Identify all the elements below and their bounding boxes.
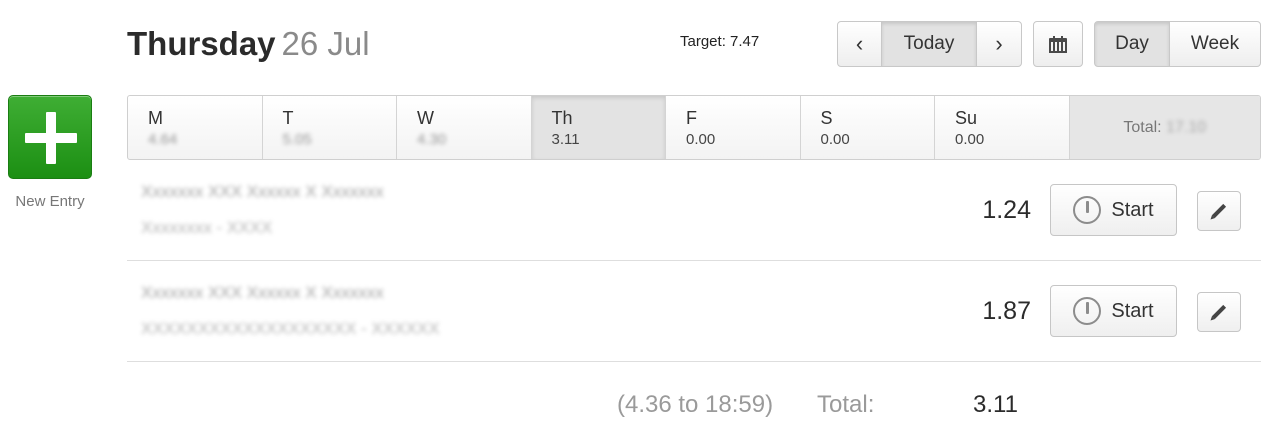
week-total: Total: 17.10 bbox=[1069, 96, 1260, 159]
week-total-label: Total: bbox=[1123, 118, 1162, 136]
week-day-name: S bbox=[820, 108, 833, 128]
target-hours: Target: 7.47 bbox=[680, 33, 760, 50]
week-day-hours: 0.00 bbox=[686, 131, 716, 148]
week-day-name: Th bbox=[551, 108, 573, 128]
entry-hours: 1.87 bbox=[982, 297, 1031, 325]
week-day-name: F bbox=[686, 108, 697, 128]
timer-icon bbox=[1073, 297, 1102, 325]
week-day-hours: 0.00 bbox=[820, 131, 850, 148]
start-timer-button[interactable]: Start bbox=[1050, 184, 1177, 236]
pencil-icon bbox=[1211, 203, 1227, 219]
week-day-monday[interactable]: M 4.64 bbox=[128, 96, 263, 159]
day-view-button[interactable]: Day bbox=[1094, 21, 1170, 67]
week-day-wednesday[interactable]: W 4.30 bbox=[397, 96, 532, 159]
entry-project: Xxxxxxx XXX Xxxxxx X Xxxxxxx bbox=[141, 182, 384, 201]
week-day-name: T bbox=[282, 108, 294, 128]
week-day-thursday[interactable]: Th 3.11 bbox=[531, 96, 666, 159]
week-day-hours: 4.30 bbox=[417, 131, 447, 148]
calendar-icon bbox=[1049, 35, 1067, 53]
start-button-label: Start bbox=[1111, 198, 1154, 221]
week-day-name: W bbox=[417, 108, 434, 128]
start-button-label: Start bbox=[1111, 299, 1154, 322]
week-day-name: M bbox=[148, 108, 163, 128]
week-total-value: 17.10 bbox=[1166, 118, 1207, 136]
today-button[interactable]: Today bbox=[881, 21, 977, 67]
page-title: Thursday 26 Jul bbox=[127, 24, 370, 64]
week-view-button[interactable]: Week bbox=[1169, 21, 1261, 67]
week-day-tuesday[interactable]: T 5.05 bbox=[263, 96, 397, 159]
day-time-range: (4.36 to 18:59) bbox=[617, 391, 774, 418]
entry-task: XXXXXXXXXXXXXXXXXXX - XXXXXX bbox=[141, 319, 440, 338]
time-entry-row: Xxxxxxx XXX Xxxxxx X Xxxxxxx Xxxxxxxx - … bbox=[127, 160, 1261, 261]
start-timer-button[interactable]: Start bbox=[1050, 285, 1177, 337]
page-title-date: 26 Jul bbox=[281, 25, 370, 62]
week-day-hours: 0.00 bbox=[955, 131, 985, 148]
day-total-label: Total: bbox=[817, 391, 875, 418]
week-day-friday[interactable]: F 0.00 bbox=[666, 96, 801, 159]
entry-hours: 1.24 bbox=[982, 196, 1031, 224]
timer-icon bbox=[1073, 196, 1102, 224]
next-day-button[interactable]: › bbox=[976, 21, 1022, 67]
week-day-hours: 5.05 bbox=[282, 131, 312, 148]
previous-day-button[interactable]: ‹ bbox=[837, 21, 882, 67]
chevron-right-icon: › bbox=[995, 31, 1003, 56]
plus-icon bbox=[25, 112, 77, 164]
page-title-weekday: Thursday bbox=[127, 25, 276, 62]
week-day-name: Su bbox=[955, 108, 978, 128]
calendar-button[interactable] bbox=[1033, 21, 1083, 67]
day-total-value: 3.11 bbox=[973, 391, 1018, 418]
entry-task: Xxxxxxxx - XXXX bbox=[141, 218, 273, 237]
new-entry-button[interactable] bbox=[8, 95, 92, 179]
chevron-left-icon: ‹ bbox=[855, 31, 864, 56]
week-day-hours: 3.11 bbox=[551, 131, 580, 148]
new-entry-label: New Entry bbox=[15, 193, 85, 210]
pencil-icon bbox=[1211, 304, 1227, 320]
week-day-hours: 4.64 bbox=[148, 131, 178, 148]
time-entries-list: Xxxxxxx XXX Xxxxxx X Xxxxxxx Xxxxxxxx - … bbox=[127, 160, 1261, 362]
entry-project: Xxxxxxx XXX Xxxxxx X Xxxxxxx bbox=[141, 283, 384, 302]
edit-entry-button[interactable] bbox=[1197, 292, 1241, 332]
week-day-saturday[interactable]: S 0.00 bbox=[801, 96, 935, 159]
time-entry-row: Xxxxxxx XXX Xxxxxx X Xxxxxxx XXXXXXXXXXX… bbox=[127, 261, 1261, 362]
edit-entry-button[interactable] bbox=[1197, 191, 1241, 231]
week-bar: M 4.64 T 5.05 W 4.30 Th 3.11 F 0.00 S 0.… bbox=[127, 95, 1261, 160]
week-day-sunday[interactable]: Su 0.00 bbox=[935, 96, 1070, 159]
